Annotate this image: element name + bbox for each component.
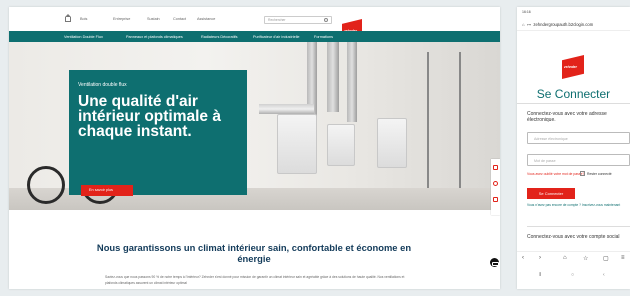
recent-apps-icon[interactable]: ⦀ [539, 272, 541, 278]
remember-label: Rester connecté [587, 172, 612, 176]
sign-in-button[interactable]: Se Connecter [527, 188, 575, 199]
logo-text: zehnder [564, 65, 577, 69]
search-input[interactable]: Rechercher [264, 16, 332, 24]
mainnav-item[interactable]: Formations [314, 35, 333, 39]
back-button-icon[interactable]: ‹ [603, 272, 605, 278]
topnav-item[interactable]: Entreprise [113, 17, 130, 21]
back-icon[interactable]: ‹ [522, 255, 524, 261]
zehnder-logo: zehnder [562, 55, 584, 79]
mainnav-item[interactable]: Panneaux et plafonds climatiques [126, 35, 183, 39]
hero-banner: Ventilation double flux Une qualité d'ai… [9, 42, 500, 210]
hero-kicker: Ventilation double flux [78, 82, 127, 88]
bicycle-wheel [27, 166, 65, 204]
mainnav-item[interactable]: Ventilation Double Flux [64, 35, 103, 39]
main-navigation: Ventilation Double Flux Panneaux et plaf… [9, 31, 500, 42]
password-field[interactable]: Mot de passe [527, 154, 630, 166]
login-lead: Connectez-vous avec votre adresse électr… [527, 111, 607, 123]
address-bar[interactable]: ⌂ ⊶ zehndergroupauth.b2clogin.com [517, 19, 630, 31]
ventilation-unit [327, 124, 355, 166]
search-icon[interactable] [324, 18, 328, 22]
signup-link[interactable]: Vous n'avez pas encore de compte ? Inscr… [527, 203, 630, 208]
location-icon[interactable] [493, 197, 498, 202]
hero-panel: Ventilation double flux Une qualité d'ai… [69, 70, 247, 195]
divider [527, 226, 630, 227]
divider [517, 103, 630, 104]
mainnav-item[interactable]: Purificateur d'air industrielle [253, 35, 300, 39]
status-bar: 16:16 [517, 7, 630, 18]
chat-icon[interactable] [490, 258, 499, 267]
topnav-item[interactable]: Sustain [147, 17, 160, 21]
home-button-icon[interactable]: ○ [571, 272, 574, 278]
duct-pipe [347, 42, 357, 122]
remember-checkbox[interactable] [580, 171, 585, 176]
desktop-browser-screenshot: Bois Entreprise Sustain Contact Assistan… [9, 7, 500, 289]
system-navigation: ⦀ ○ ‹ [517, 269, 630, 283]
duct-pipe [327, 42, 339, 112]
browser-toolbar: ‹ › ⌂ ☆ ▢ ≡ [517, 251, 630, 267]
phone-icon[interactable] [493, 181, 498, 186]
duct-pipe [259, 104, 314, 114]
home-icon[interactable]: ⌂ [563, 255, 567, 261]
learn-more-button[interactable]: En savoir plus [81, 185, 133, 196]
mainnav-item[interactable]: Radiateurs Décoratifs [201, 35, 238, 39]
home-icon[interactable] [64, 14, 71, 22]
topnav-item[interactable]: Contact [173, 17, 186, 21]
bookmark-icon[interactable]: ☆ [583, 255, 588, 262]
forgot-password-link[interactable]: Vous avez oublié votre mot de passe? [527, 172, 584, 176]
side-contact-bar [491, 159, 500, 215]
email-field[interactable]: Adresse électronique [527, 132, 630, 144]
section-title: Nous garantissons un climat intérieur sa… [96, 242, 412, 264]
menu-icon[interactable]: ≡ [621, 255, 625, 261]
forward-icon[interactable]: › [539, 255, 541, 261]
mobile-login-screenshot: 16:16 ⌂ ⊶ zehndergroupauth.b2clogin.com … [517, 7, 630, 289]
mail-icon[interactable] [493, 165, 498, 170]
social-login-heading: Connectez-vous avec votre compte social [527, 234, 620, 240]
top-utility-bar: Bois Entreprise Sustain Contact Assistan… [9, 7, 500, 41]
login-title: Se Connecter [536, 87, 611, 101]
status-time: 16:16 [522, 10, 531, 14]
ventilation-unit [377, 118, 407, 168]
search-placeholder: Rechercher [268, 18, 286, 22]
topnav-item[interactable]: Assistance [197, 17, 215, 21]
topnav-item[interactable]: Bois [80, 17, 87, 21]
ladder [427, 52, 461, 192]
ventilation-unit [277, 114, 317, 174]
hero-title: Une qualité d'air intérieur optimale à c… [78, 93, 221, 140]
url-text: zehndergroupauth.b2clogin.com [533, 22, 594, 27]
section-body: Saviez-vous que nous passons 90 % de not… [105, 275, 405, 285]
tabs-icon[interactable]: ▢ [603, 255, 609, 262]
